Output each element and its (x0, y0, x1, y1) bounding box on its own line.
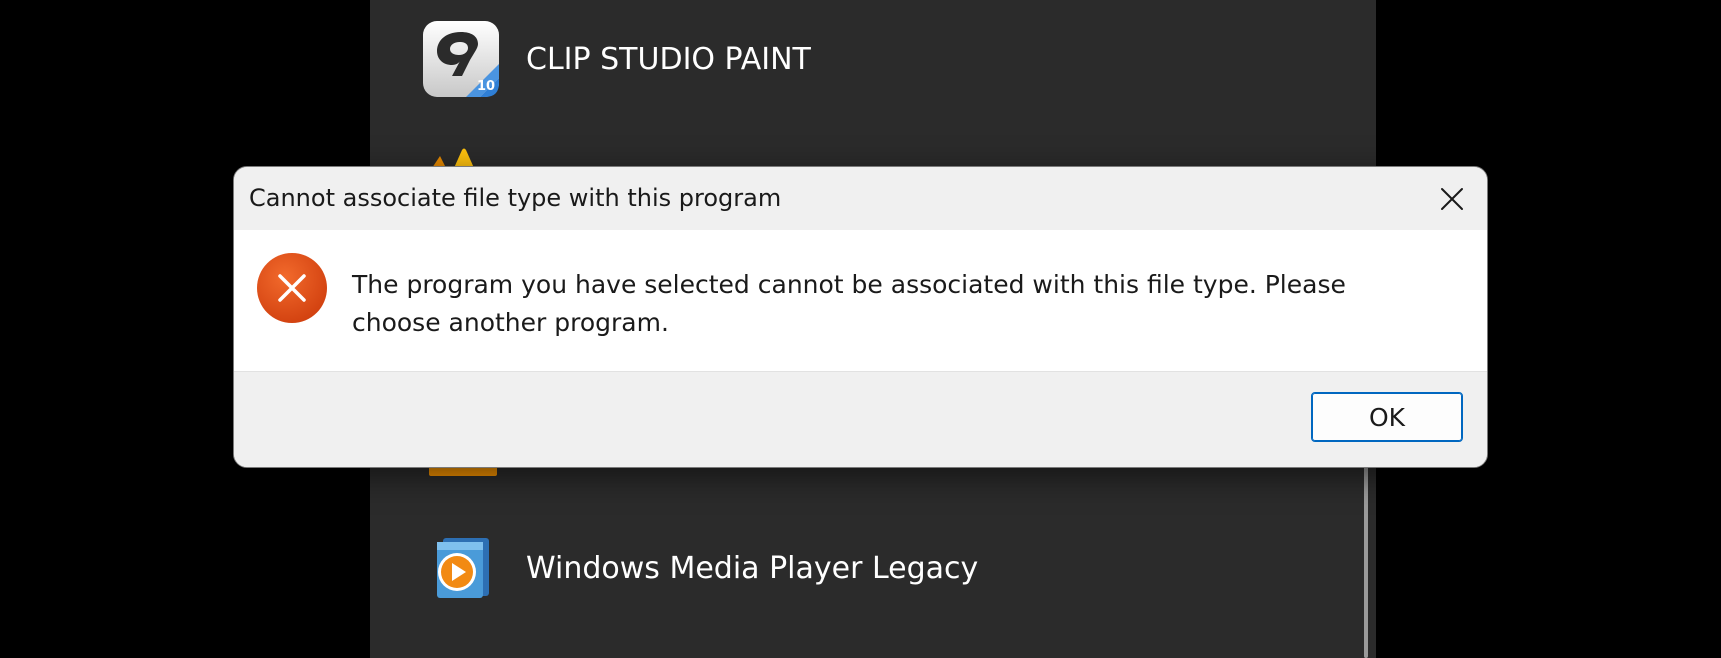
vlc-icon (432, 148, 474, 168)
svg-text:10: 10 (477, 79, 495, 94)
dialog-titlebar[interactable]: Cannot associate file type with this pro… (234, 167, 1487, 230)
app-list-scrollbar[interactable] (1364, 440, 1368, 658)
close-button[interactable] (1417, 167, 1487, 230)
ok-button[interactable]: OK (1311, 392, 1463, 442)
dialog-body: The program you have selected cannot be … (234, 230, 1487, 371)
dialog-title: Cannot associate file type with this pro… (249, 184, 782, 212)
app-label-windows-media-player-legacy: Windows Media Player Legacy (526, 550, 979, 586)
clip-studio-paint-icon: 10 (423, 21, 499, 97)
app-item-windows-media-player-legacy[interactable]: Windows Media Player Legacy (422, 528, 978, 608)
dialog-message: The program you have selected cannot be … (352, 270, 1346, 337)
error-icon (257, 253, 327, 323)
error-dialog: Cannot associate file type with this pro… (233, 166, 1488, 468)
app-item-clip-studio-paint[interactable]: 10 CLIP STUDIO PAINT (422, 19, 811, 99)
windows-media-player-icon (437, 538, 489, 598)
dialog-footer: OK (234, 372, 1487, 467)
app-label-clip-studio-paint: CLIP STUDIO PAINT (526, 41, 811, 77)
close-icon (1441, 187, 1463, 210)
